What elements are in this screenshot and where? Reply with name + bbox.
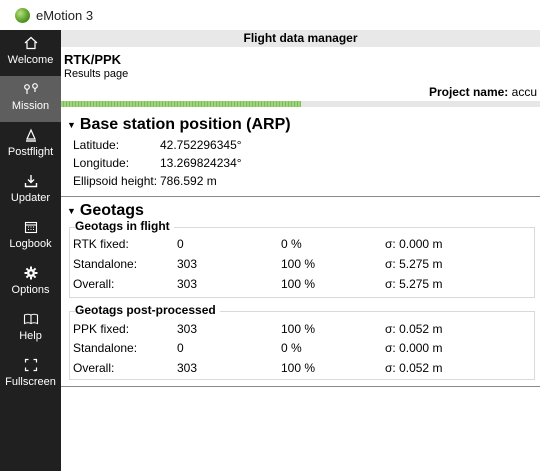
- row-label: Standalone:: [73, 341, 138, 355]
- geotags-section-header[interactable]: ▼ Geotags: [67, 202, 144, 220]
- sidebar-item-mission[interactable]: Mission: [0, 76, 61, 122]
- base-station-section-header[interactable]: ▼ Base station position (ARP): [67, 116, 291, 134]
- row-count: 0: [177, 237, 184, 251]
- row-count: 303: [177, 257, 198, 271]
- title-bar: eMotion 3: [0, 0, 540, 30]
- project-name: Project name: accu: [429, 85, 537, 99]
- row-sigma: σ: 5.275 m: [385, 257, 443, 271]
- postflight-icon: [24, 122, 38, 142]
- project-name-label: Project name:: [428, 85, 509, 99]
- sidebar-item-welcome[interactable]: Welcome: [0, 30, 61, 76]
- table-row: Standalone: 303 100 % σ: 5.275 m: [73, 257, 533, 273]
- row-label: Overall:: [73, 361, 115, 375]
- row-percent: 100 %: [281, 257, 316, 271]
- sidebar-item-options[interactable]: Options: [0, 260, 61, 306]
- app-title: eMotion 3: [36, 7, 94, 23]
- latitude-label: Latitude:: [73, 138, 120, 152]
- section-divider: [61, 386, 540, 387]
- table-row: Overall: 303 100 % σ: 0.052 m: [73, 361, 533, 377]
- table-row: RTK fixed: 0 0 % σ: 0.000 m: [73, 237, 533, 253]
- sidebar-item-updater[interactable]: Updater: [0, 168, 61, 214]
- header-title: Flight data manager: [61, 30, 540, 47]
- geotags-post-processed-title: Geotags post-processed: [75, 303, 220, 317]
- geotags-in-flight-title: Geotags in flight: [75, 219, 174, 233]
- table-row: Standalone: 0 0 % σ: 0.000 m: [73, 341, 533, 357]
- row-sigma: σ: 0.052 m: [385, 361, 443, 375]
- download-icon: [24, 168, 38, 188]
- app-logo-icon: [15, 7, 30, 23]
- progress-bar: [61, 101, 540, 107]
- section-divider: [61, 196, 540, 197]
- sidebar-item-fullscreen[interactable]: Fullscreen: [0, 352, 61, 398]
- sidebar-item-label: Postflight: [7, 146, 54, 158]
- ellipsoid-height-label: Ellipsoid height:: [73, 174, 158, 188]
- base-station-title: Base station position (ARP): [79, 116, 291, 133]
- table-row: Overall: 303 100 % σ: 5.275 m: [73, 277, 533, 293]
- sidebar-item-label: Logbook: [9, 238, 52, 250]
- ellipsoid-height-value: 786.592 m: [160, 174, 217, 188]
- page-title: RTK/PPK: [64, 52, 122, 67]
- page-subtitle: Results page: [64, 68, 129, 80]
- ellipsoid-height-row: Ellipsoid height: 786.592 m: [73, 174, 217, 188]
- row-sigma: σ: 0.000 m: [385, 237, 443, 251]
- sidebar-item-logbook[interactable]: Logbook: [0, 214, 61, 260]
- row-percent: 100 %: [281, 277, 316, 291]
- sidebar-item-label: Help: [19, 330, 42, 342]
- row-label: Overall:: [73, 277, 115, 291]
- sidebar-item-label: Mission: [11, 100, 50, 112]
- row-sigma: σ: 0.052 m: [385, 322, 443, 336]
- progress-fill: [61, 101, 301, 107]
- row-count: 303: [177, 361, 198, 375]
- row-percent: 100 %: [281, 322, 316, 336]
- row-count: 303: [177, 277, 198, 291]
- longitude-row: Longitude: 13.269824234°: [73, 156, 242, 170]
- row-label: PPK fixed:: [73, 322, 130, 336]
- collapse-caret-icon[interactable]: ▼: [67, 120, 76, 130]
- waypoints-icon: [23, 76, 39, 96]
- row-count: 303: [177, 322, 198, 336]
- sidebar-item-help[interactable]: Help: [0, 306, 61, 352]
- row-sigma: σ: 0.000 m: [385, 341, 443, 355]
- row-label: RTK fixed:: [73, 237, 129, 251]
- row-percent: 100 %: [281, 361, 316, 375]
- row-percent: 0 %: [281, 341, 302, 355]
- row-label: Standalone:: [73, 257, 138, 271]
- sidebar-item-label: Welcome: [7, 54, 54, 66]
- latitude-row: Latitude: 42.752296345°: [73, 138, 242, 152]
- row-percent: 0 %: [281, 237, 302, 251]
- sidebar-item-postflight[interactable]: Postflight: [0, 122, 61, 168]
- geotags-title: Geotags: [79, 202, 144, 219]
- longitude-label: Longitude:: [73, 156, 130, 170]
- row-count: 0: [177, 341, 184, 355]
- home-icon: [24, 30, 38, 50]
- collapse-caret-icon[interactable]: ▼: [67, 206, 76, 216]
- longitude-value: 13.269824234°: [160, 156, 242, 170]
- sidebar-item-label: Updater: [10, 192, 51, 204]
- gear-icon: [24, 260, 38, 280]
- book-icon: [23, 306, 39, 326]
- table-row: PPK fixed: 303 100 % σ: 0.052 m: [73, 322, 533, 338]
- row-sigma: σ: 5.275 m: [385, 277, 443, 291]
- sidebar-item-label: Options: [11, 284, 50, 296]
- main-panel: Flight data manager RTK/PPK Results page…: [61, 30, 540, 471]
- sidebar: Welcome Mission Postflight Updater Logbo…: [0, 30, 61, 471]
- project-name-value: accu: [511, 85, 537, 99]
- fullscreen-icon: [24, 352, 38, 372]
- sidebar-item-label: Fullscreen: [5, 376, 56, 388]
- latitude-value: 42.752296345°: [160, 138, 242, 152]
- calendar-icon: [24, 214, 38, 234]
